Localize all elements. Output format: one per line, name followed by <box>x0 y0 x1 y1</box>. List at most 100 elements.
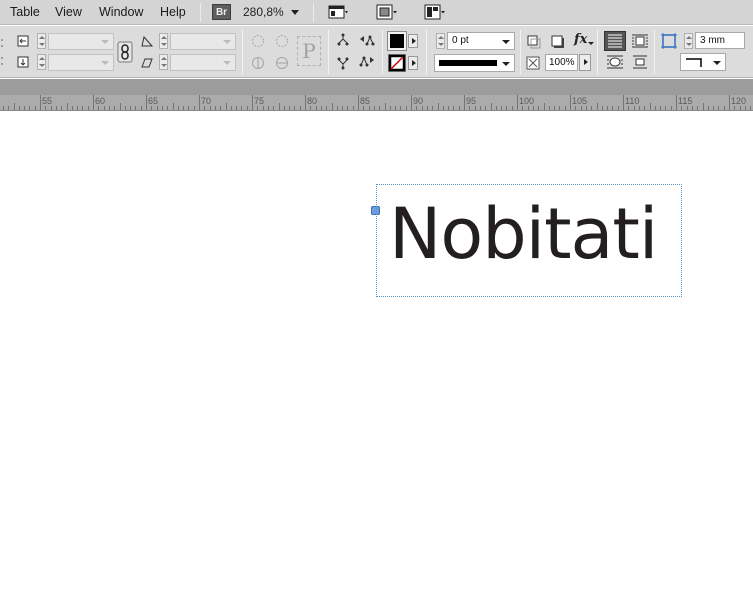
scale-x-stepper[interactable] <box>37 33 46 49</box>
ruler-tick <box>13 103 15 110</box>
flip-horizontal-icon[interactable] <box>250 55 266 71</box>
scale-x-field[interactable] <box>48 33 114 50</box>
fill-swatch-menu[interactable] <box>408 34 418 48</box>
ruler-tick <box>305 95 306 110</box>
ruler-label: 75 <box>254 96 265 106</box>
ruler-tick <box>691 106 693 110</box>
ruler-tick <box>702 103 704 110</box>
ruler-tick <box>87 106 89 110</box>
fill-swatch[interactable] <box>387 31 407 51</box>
stroke-type-dropdown[interactable] <box>434 54 515 72</box>
ruler-tick <box>628 106 630 110</box>
view-options-icon[interactable] <box>328 4 350 20</box>
menu-table[interactable]: Table <box>10 5 40 19</box>
select-container-icon[interactable] <box>335 33 351 49</box>
ruler-tick <box>124 106 126 110</box>
corner-size-field[interactable]: 3 mm <box>695 32 745 49</box>
stroke-type-solid-line <box>439 60 497 66</box>
rotate-ccw-icon[interactable] <box>274 33 290 49</box>
ruler-label: 100 <box>519 96 535 106</box>
ruler-tick <box>485 106 487 110</box>
text-frame[interactable]: Nobitati <box>376 184 682 297</box>
stroke-weight-stepper[interactable] <box>436 33 445 49</box>
ruler-tick <box>347 106 349 110</box>
wrap-object-shape-icon[interactable] <box>606 54 624 70</box>
opacity-field[interactable]: 100% <box>545 54 578 71</box>
ruler-tick <box>262 106 264 110</box>
ruler-tick <box>193 106 195 110</box>
ruler-tick <box>199 95 200 110</box>
ruler-tick <box>580 106 582 110</box>
ruler-tick <box>230 106 232 110</box>
flip-vertical-icon[interactable] <box>274 55 290 71</box>
constrain-proportions-icon[interactable] <box>117 41 133 63</box>
stroke-weight-field[interactable]: 0 pt <box>447 32 515 50</box>
ruler-tick <box>172 103 174 110</box>
menu-separator <box>313 3 314 22</box>
ruler-tick <box>326 106 328 110</box>
menu-window[interactable]: Window <box>99 5 143 19</box>
corner-shape-dropdown[interactable] <box>680 53 726 71</box>
ruler-tick <box>114 106 116 110</box>
rotate-field[interactable] <box>170 33 236 50</box>
opacity-menu-button[interactable] <box>579 54 591 71</box>
stroke-swatch[interactable] <box>388 54 406 72</box>
zoom-dropdown-icon[interactable] <box>291 10 299 15</box>
drop-shadow-icon[interactable] <box>550 34 566 50</box>
ruler-tick <box>416 106 418 110</box>
corner-options-icon[interactable] <box>660 32 678 50</box>
menu-help[interactable]: Help <box>160 5 186 19</box>
effects-panel-icon[interactable] <box>526 34 542 50</box>
screen-mode-icon[interactable] <box>376 4 398 20</box>
select-content-icon[interactable] <box>335 54 351 70</box>
jump-object-icon[interactable] <box>631 54 649 70</box>
ruler-tick <box>267 106 269 110</box>
select-next-object-icon[interactable] <box>358 54 376 70</box>
corner-size-value: 3 mm <box>700 35 725 46</box>
panel-grip-icon[interactable] <box>0 36 4 66</box>
wrap-bounding-box-icon[interactable] <box>631 33 649 49</box>
shear-angle-icon <box>141 58 153 68</box>
scale-y-field[interactable] <box>48 54 114 71</box>
document-canvas[interactable]: Nobitati <box>0 112 753 604</box>
ruler-tick <box>681 106 683 110</box>
ruler-tick <box>358 95 359 110</box>
ruler-tick <box>310 106 312 110</box>
ruler-tick <box>389 106 391 110</box>
ruler-label: 85 <box>360 96 371 106</box>
ruler-tick <box>612 106 614 110</box>
rotate-cw-icon[interactable] <box>250 33 266 49</box>
scale-y-stepper[interactable] <box>37 54 46 70</box>
stroke-weight-value: 0 pt <box>452 35 469 46</box>
ruler-tick <box>188 106 190 110</box>
ruler-tick <box>77 106 79 110</box>
panel-separator <box>654 30 655 74</box>
bridge-button[interactable]: Br <box>212 4 231 20</box>
ruler-tick <box>146 95 147 110</box>
corner-size-stepper[interactable] <box>684 33 693 49</box>
ruler-tick <box>506 106 508 110</box>
ruler-tick <box>464 95 465 110</box>
flip-indicator-p-icon: P <box>297 36 321 66</box>
shear-field[interactable] <box>170 54 236 71</box>
shear-stepper[interactable] <box>159 54 168 70</box>
zoom-level[interactable]: 280,8% <box>243 5 284 19</box>
fx-dropdown-icon[interactable] <box>588 42 594 45</box>
ruler-tick <box>8 106 10 110</box>
ruler-tick <box>294 106 296 110</box>
horizontal-ruler[interactable]: 55 60 65 70 75 80 85 90 95 100 105 110 115 120 <box>0 95 753 111</box>
menu-view[interactable]: View <box>55 5 82 19</box>
arrange-documents-icon[interactable] <box>424 4 446 20</box>
ruler-tick <box>734 106 736 110</box>
ruler-tick <box>225 103 227 110</box>
rotate-stepper[interactable] <box>159 33 168 49</box>
stroke-swatch-menu[interactable] <box>408 56 418 70</box>
fx-effects-icon[interactable]: fx <box>574 32 587 47</box>
no-text-wrap-icon[interactable] <box>604 31 626 51</box>
select-previous-object-icon[interactable] <box>358 33 376 49</box>
ruler-tick <box>130 106 132 110</box>
ruler-tick <box>395 106 397 110</box>
text-frame-content[interactable]: Nobitati <box>389 199 658 269</box>
ruler-label: 60 <box>95 96 106 106</box>
ruler-tick <box>411 95 412 110</box>
